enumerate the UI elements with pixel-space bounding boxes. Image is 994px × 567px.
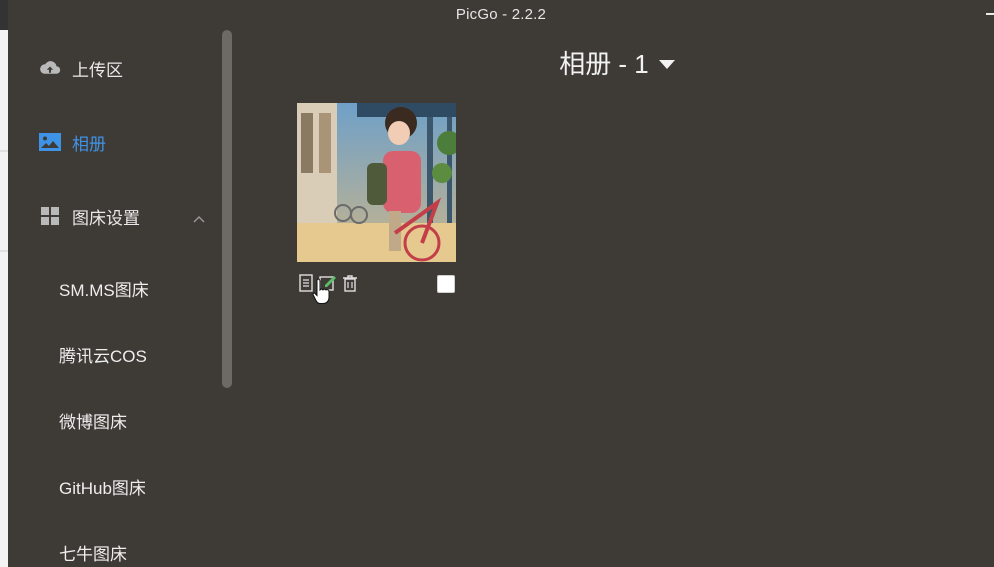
- title-bar: PicGo - 2.2.2: [8, 0, 994, 30]
- background-band: [0, 0, 8, 30]
- sidebar-subitem-smms[interactable]: SM.MS图床: [59, 276, 149, 301]
- background-divider: [0, 250, 8, 252]
- album-title-dropdown[interactable]: 相册 - 1: [240, 44, 994, 81]
- background-divider: [0, 150, 8, 152]
- chevron-up-icon: [193, 208, 205, 223]
- sidebar-subitem-github[interactable]: GitHub图床: [59, 474, 146, 499]
- grid-icon: [38, 204, 62, 228]
- delete-icon[interactable]: [341, 274, 359, 292]
- album-panel: 相册 - 1: [240, 30, 994, 567]
- sidebar-item-upload[interactable]: 上传区: [8, 48, 218, 88]
- picgo-app: PicGo - 2.2.2 上传区 相册 图床设置 SM.MS图床 腾讯云COS…: [0, 0, 994, 567]
- sidebar-item-label: 上传区: [72, 60, 123, 80]
- cloud-upload-icon: [38, 56, 62, 80]
- background-window-edge: [0, 0, 8, 567]
- window-title: PicGo - 2.2.2: [455, 6, 547, 23]
- sidebar-subitem-qiniu[interactable]: 七牛图床: [59, 540, 127, 565]
- sidebar-subitem-weibo[interactable]: 微博图床: [59, 408, 127, 433]
- sidebar: 上传区 相册 图床设置 SM.MS图床 腾讯云COS 微博图床 GitHub图床…: [8, 30, 230, 567]
- image-icon: [38, 130, 62, 154]
- sidebar-subitem-tencent-cos[interactable]: 腾讯云COS: [59, 342, 147, 367]
- sidebar-scrollbar[interactable]: [222, 30, 232, 388]
- sidebar-item-label: 图床设置: [72, 208, 140, 228]
- hand-pointer-cursor-icon: [312, 277, 332, 305]
- image-select-checkbox[interactable]: [437, 275, 455, 293]
- sidebar-item-album[interactable]: 相册: [8, 122, 218, 162]
- sidebar-item-label: 相册: [72, 134, 106, 154]
- album-title: 相册 - 1: [559, 49, 649, 79]
- minimize-button[interactable]: [986, 13, 994, 15]
- caret-down-icon: [658, 59, 675, 69]
- image-thumbnail[interactable]: [297, 103, 456, 262]
- sidebar-item-picbed-settings[interactable]: 图床设置: [8, 196, 218, 236]
